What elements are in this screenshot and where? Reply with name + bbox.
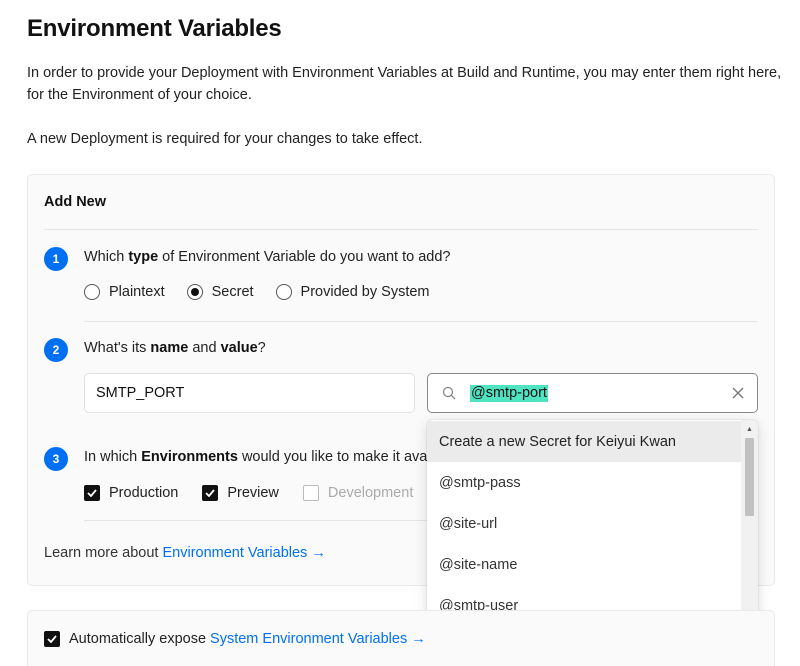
- divider: [44, 229, 758, 230]
- dropdown-item[interactable]: @site-name: [427, 544, 741, 585]
- close-icon[interactable]: [731, 386, 745, 400]
- radio-plaintext[interactable]: Plaintext: [84, 284, 165, 300]
- page-title: Environment Variables: [27, 15, 282, 42]
- variable-type-radio-group: Plaintext Secret Provided by System: [84, 284, 452, 300]
- check-icon: [205, 489, 216, 497]
- step-2-badge: 2: [44, 338, 68, 362]
- checkbox-checked[interactable]: [84, 485, 100, 501]
- divider: [84, 321, 758, 322]
- radio-provided-by-system[interactable]: Provided by System: [275, 284, 430, 300]
- secret-suggestions-dropdown: Create a new Secret for Keiyui Kwan @smt…: [427, 420, 758, 626]
- radio-circle-selected[interactable]: [186, 284, 203, 300]
- checkbox-unchecked[interactable]: [302, 485, 319, 501]
- page-description: In order to provide your Deployment with…: [27, 65, 782, 103]
- radio-circle[interactable]: [84, 284, 100, 300]
- secret-search-value: @smtp-port: [470, 385, 548, 402]
- radio-circle[interactable]: [275, 284, 292, 300]
- dropdown-scrollbar[interactable]: ▲ ▼: [741, 420, 758, 626]
- add-new-title: Add New: [44, 194, 107, 210]
- environment-variables-link[interactable]: Environment Variables →: [163, 545, 326, 561]
- checkbox-preview[interactable]: Preview: [202, 485, 279, 501]
- scrollbar-thumb[interactable]: [745, 438, 754, 516]
- search-icon: [442, 386, 456, 400]
- dropdown-item[interactable]: @smtp-pass: [427, 462, 741, 503]
- step-3-question: In which Environments would you like to …: [84, 449, 428, 465]
- checkbox-development[interactable]: Development: [302, 485, 413, 501]
- check-icon: [87, 489, 97, 497]
- checkbox-production[interactable]: Production: [84, 485, 178, 501]
- checkbox-expose-system-env[interactable]: [44, 631, 60, 647]
- system-env-option: Automatically expose System Environment …: [44, 631, 426, 647]
- check-icon: [47, 635, 57, 643]
- system-env-link[interactable]: System Environment Variables →: [210, 631, 426, 647]
- learn-more-text: Learn more about Environment Variables →: [44, 545, 326, 561]
- deployment-notice: A new Deployment is required for your ch…: [27, 131, 423, 147]
- environments-checkbox-group: Production Preview Development: [84, 485, 437, 501]
- system-env-card: Automatically expose System Environment …: [27, 610, 775, 666]
- radio-secret[interactable]: Secret: [186, 284, 254, 300]
- dropdown-item[interactable]: @site-url: [427, 503, 741, 544]
- system-env-label: Automatically expose: [69, 631, 211, 647]
- step-3-badge: 3: [44, 447, 68, 471]
- step-1-badge: 1: [44, 247, 68, 271]
- step-1-question: Which type of Environment Variable do yo…: [84, 249, 451, 265]
- variable-name-input[interactable]: SMTP_PORT: [84, 373, 415, 413]
- scroll-up-arrow-icon[interactable]: ▲: [741, 422, 758, 436]
- checkbox-checked[interactable]: [202, 485, 219, 501]
- step-2-question: What's its name and value?: [84, 340, 266, 356]
- dropdown-item-create-secret[interactable]: Create a new Secret for Keiyui Kwan: [427, 421, 741, 462]
- secret-search-input[interactable]: @smtp-port: [427, 373, 758, 413]
